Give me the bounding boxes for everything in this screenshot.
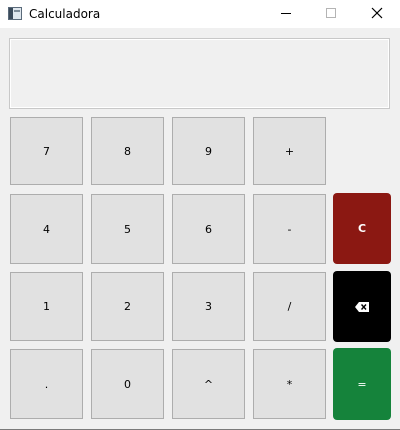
key-8[interactable]: 8 xyxy=(91,117,164,185)
key-3[interactable]: 3 xyxy=(172,272,245,341)
calculator-window: Calculadora 7 8 9 + 4 5 6 - C 1 2 3 / . … xyxy=(0,0,400,430)
minimize-icon xyxy=(281,13,291,14)
minimize-button[interactable] xyxy=(263,0,309,28)
close-button[interactable] xyxy=(354,0,400,28)
backspace-icon xyxy=(355,301,369,312)
close-icon xyxy=(371,7,383,19)
title-bar[interactable]: Calculadora xyxy=(0,0,400,28)
key-decimal[interactable]: . xyxy=(10,349,83,419)
key-7[interactable]: 7 xyxy=(10,117,83,185)
window-title: Calculadora xyxy=(29,7,101,21)
key-subtract[interactable]: - xyxy=(253,194,326,264)
key-2[interactable]: 2 xyxy=(91,272,164,341)
maximize-button[interactable] xyxy=(308,0,354,28)
backspace-button[interactable] xyxy=(333,271,391,342)
key-4[interactable]: 4 xyxy=(10,194,83,264)
key-1[interactable]: 1 xyxy=(10,272,83,341)
key-6[interactable]: 6 xyxy=(172,194,245,264)
key-divide[interactable]: / xyxy=(253,272,326,341)
calculator-app-icon xyxy=(8,7,22,20)
clear-button[interactable]: C xyxy=(333,193,391,264)
key-0[interactable]: 0 xyxy=(91,349,164,419)
calculator-display xyxy=(9,38,390,109)
key-power[interactable]: ^ xyxy=(172,349,245,419)
key-9[interactable]: 9 xyxy=(172,117,245,185)
key-multiply[interactable]: * xyxy=(253,349,326,419)
equals-button[interactable]: = xyxy=(333,348,391,420)
key-add[interactable]: + xyxy=(253,117,326,185)
maximize-icon xyxy=(326,8,336,18)
key-5[interactable]: 5 xyxy=(91,194,164,264)
